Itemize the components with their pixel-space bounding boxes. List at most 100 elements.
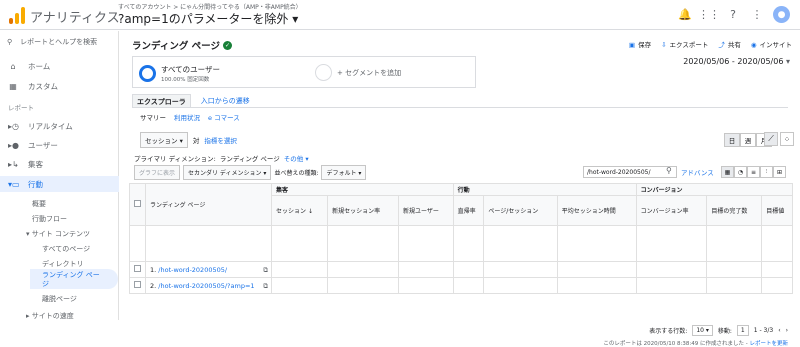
report-created-note: このレポートは 2020/05/10 8:38:49 に作成されました - レポ… (603, 341, 788, 347)
motion-chart-icon[interactable]: ⁘ (780, 132, 794, 146)
comparison-view-icon[interactable]: ⫶ (760, 166, 773, 178)
col-goal-completions[interactable]: 目標の完了数 (706, 195, 763, 226)
sidebar-item-custom[interactable]: ▦ カスタム (0, 78, 119, 94)
chevron-down-icon: ▾ (785, 57, 790, 66)
save-button[interactable]: ▣ 保存 (629, 39, 651, 49)
advanced-filter-link[interactable]: アドバンス (681, 167, 714, 177)
col-landing-page[interactable]: ランディング ページ (145, 183, 272, 226)
week-button[interactable]: 週 (740, 133, 756, 147)
sidebar-item-home[interactable]: ⌂ ホーム (0, 58, 119, 74)
more-vert-icon[interactable]: ⋮ (749, 7, 765, 23)
refresh-report-link[interactable]: レポートを更新 (749, 341, 788, 347)
checkbox[interactable] (134, 200, 141, 207)
totals-row (129, 225, 793, 262)
share-icon: ⤴ (718, 41, 725, 49)
pivot-view-icon[interactable]: ⊞ (773, 166, 786, 178)
table-search-input[interactable]: /hot-word-20200505/ (583, 166, 677, 178)
sidebar-item-acquisition[interactable]: ▸↳ 集客 (0, 156, 119, 172)
apps-grid-icon[interactable]: ⋮⋮ (698, 7, 720, 23)
plot-rows-button[interactable]: グラフに表示 (134, 165, 181, 180)
sidebar-section-reports: レポート (8, 104, 34, 112)
date-range-picker[interactable]: 2020/05/06 - 2020/05/06 ▾ (683, 57, 790, 66)
table-group-row: ランディング ページ 集客 行動 コンバージョン (129, 183, 794, 226)
grid-icon: ▦ (9, 81, 17, 91)
empty-segment-icon (315, 64, 332, 81)
sidebar-item-overview[interactable]: 概要 (32, 199, 46, 209)
col-avg-session[interactable]: 平均セッション時間 (556, 195, 637, 226)
primary-dimension: プライマリ ディメンション: ランディング ページ その他 ▾ (134, 153, 309, 163)
row-checkbox[interactable] (134, 281, 141, 288)
explorer-subtabs: サマリー 利用状況 e コマース (140, 112, 240, 122)
chevron-down-icon: ▾ (292, 12, 299, 26)
sidebar-item-users[interactable]: ▸● ユーザー (0, 137, 119, 153)
sidebar-search[interactable]: ⚲ レポートとヘルプを検索 (7, 37, 97, 47)
tab-explorer[interactable]: エクスプローラ (132, 94, 191, 107)
other-dimension-link[interactable]: その他 ▾ (284, 153, 309, 163)
sidebar-item-realtime[interactable]: ▸◷ リアルタイム (0, 118, 119, 134)
next-page-icon[interactable]: › (786, 327, 788, 334)
app-name: アナリティクス (30, 11, 120, 26)
subtab-summary[interactable]: サマリー (140, 112, 166, 122)
notifications-icon[interactable]: 🔔 (677, 7, 693, 23)
analytics-logo-icon[interactable] (9, 6, 27, 24)
page-link[interactable]: /hot-word-20200505/ (158, 266, 227, 274)
report-tabs: エクスプローラ 入口からの遷移 (132, 94, 788, 108)
performance-view-icon[interactable]: ≡ (747, 166, 760, 178)
top-bar: アナリティクス すべてのアカウント > にゃん分間待ってやる（AMP・非AMP統… (0, 0, 800, 30)
pie-view-icon[interactable]: ◔ (734, 166, 747, 178)
export-icon: ⇩ (661, 41, 667, 49)
subtab-usage[interactable]: 利用状況 (174, 112, 200, 122)
sidebar-item-exit-pages[interactable]: 離脱ページ (42, 294, 77, 304)
person-icon: ▸● (8, 140, 19, 150)
col-new-session-rate[interactable]: 新規セッション率 (327, 195, 399, 226)
rows-per-page-select[interactable]: 10 ▾ (692, 325, 713, 336)
table-toolbar: グラフに表示 セカンダリ ディメンション ▾ 並べ替えの種類: デフォルト ▾ (134, 165, 367, 180)
sidebar-item-flow[interactable]: 行動フロー (32, 214, 67, 224)
add-segment-button[interactable]: + セグメントを追加 (315, 64, 401, 81)
sidebar-item-directory[interactable]: ディレクトリ (42, 259, 84, 269)
segment-all-users[interactable]: すべてのユーザー 100.00% 固定回数 (139, 64, 220, 83)
line-chart-icon[interactable]: ⟋ (764, 132, 778, 146)
open-link-icon[interactable]: ⧉ (263, 282, 268, 291)
col-new-users[interactable]: 新規ユーザー (397, 195, 454, 226)
col-sessions[interactable]: セッション ↓ (270, 195, 329, 226)
select-all-cell[interactable] (129, 183, 146, 226)
page-link[interactable]: /hot-word-20200505/?amp=1 (158, 282, 254, 290)
sidebar-item-all-pages[interactable]: すべてのページ (42, 244, 90, 254)
metric-selector: セッション ▾ 対 指標を選択 (140, 132, 237, 148)
save-icon: ▣ (628, 41, 636, 49)
segment-ring-icon (139, 65, 156, 82)
check-circle-icon: ✓ (222, 40, 232, 50)
sort-type-dropdown[interactable]: デフォルト ▾ (321, 165, 367, 180)
report-actions: ▣ 保存 ⇩ エクスポート ⤴ 共有 ◉ インサイト (629, 39, 792, 49)
export-button[interactable]: ⇩ エクスポート (661, 39, 708, 49)
row-checkbox[interactable] (134, 265, 141, 272)
col-goal-value[interactable]: 目標値 (761, 195, 793, 226)
sort-arrow-icon: ↓ (307, 208, 313, 215)
behavior-icon: ▾▭ (8, 179, 20, 189)
table-view-icon[interactable]: ▦ (721, 166, 734, 178)
goto-page-input[interactable]: 1 (736, 325, 749, 336)
secondary-dimension-dropdown[interactable]: セカンダリ ディメンション ▾ (183, 165, 272, 180)
table-row: 2. /hot-word-20200505/?amp=1 ⧉ (129, 277, 793, 294)
help-icon[interactable]: ? (725, 7, 741, 23)
col-conversion-rate[interactable]: コンバージョン率 (635, 195, 708, 226)
sidebar-item-site-content[interactable]: ▾ サイト コンテンツ (26, 229, 90, 239)
select-metric-link[interactable]: 指標を選択 (204, 135, 237, 145)
sidebar-item-behavior[interactable]: ▾▭ 行動 (0, 176, 119, 192)
search-icon[interactable]: ⚲ (666, 166, 678, 178)
view-selector[interactable]: ?amp=1のパラメーターを除外 ▾ (118, 10, 298, 27)
col-pages-session[interactable]: ページ/セッション (483, 195, 558, 226)
tab-entrance-paths[interactable]: 入口からの遷移 (197, 94, 254, 107)
metric-dropdown[interactable]: セッション ▾ (140, 132, 188, 148)
day-button[interactable]: 日 (724, 133, 740, 147)
share-button[interactable]: ⤴ 共有 (718, 39, 741, 49)
insights-button[interactable]: ◉ インサイト (751, 39, 792, 49)
sidebar-item-landing-pages[interactable]: ランディング ページ (42, 271, 106, 289)
prev-page-icon[interactable]: ‹ (778, 327, 780, 334)
col-bounce-rate[interactable]: 直帰率 (452, 195, 485, 226)
subtab-ecommerce[interactable]: e コマース (208, 112, 240, 122)
table-view-buttons: ▦ ◔ ≡ ⫶ ⊞ (721, 166, 786, 178)
open-link-icon[interactable]: ⧉ (263, 266, 268, 275)
avatar[interactable]: ● (773, 6, 790, 23)
